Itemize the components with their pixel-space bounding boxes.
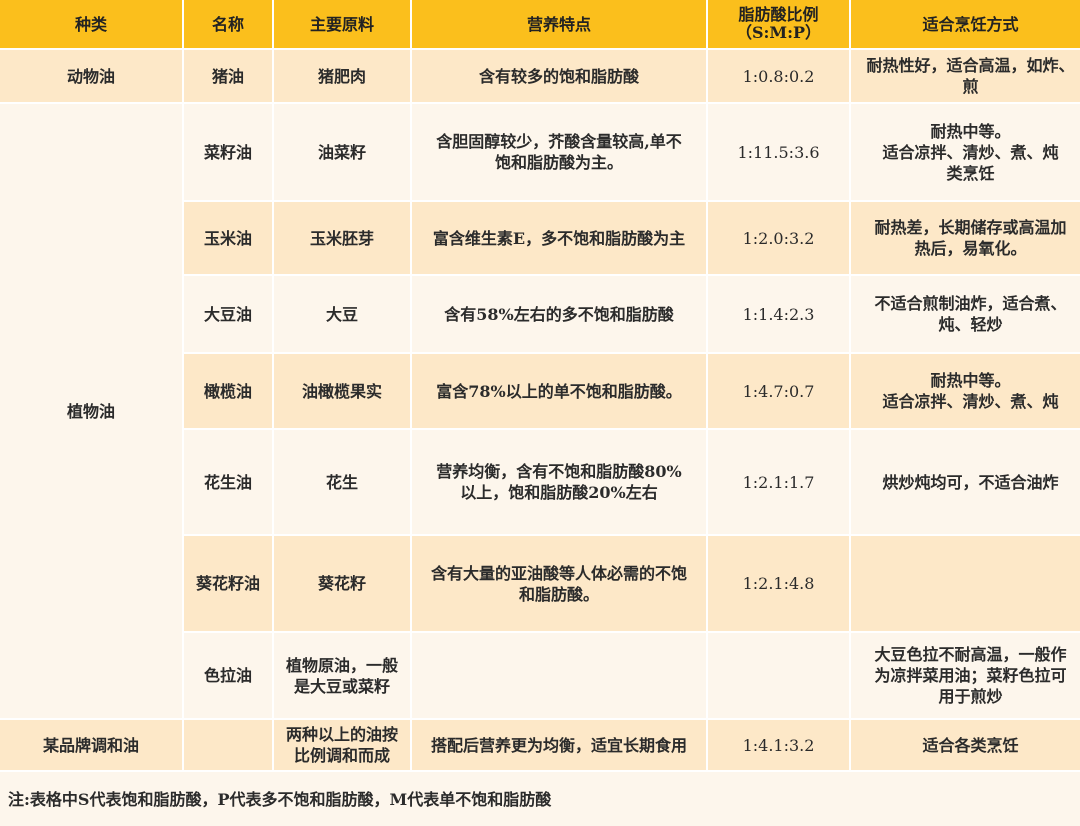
- row-cooking: 烘炒炖均可，不适合油炸: [851, 430, 1080, 534]
- row-cooking: 耐热中等。 适合凉拌、清炒、煮、炖: [851, 354, 1080, 428]
- group-blend-oil: 某品牌调和油: [0, 720, 182, 770]
- row-material: 猪肥肉: [274, 50, 410, 102]
- table-footnote: 注:表格中S代表饱和脂肪酸，P代表多不饱和脂肪酸，M代表单不饱和脂肪酸: [0, 772, 1080, 826]
- row-ratio: 1:2.1:1.7: [708, 430, 849, 534]
- row-material: 油橄榄果实: [274, 354, 410, 428]
- header-category: 种类: [0, 0, 182, 48]
- row-name: 玉米油: [184, 202, 272, 274]
- row-nutrition: 搭配后营养更为均衡，适宜长期食用: [412, 720, 706, 770]
- header-ratio: 脂肪酸比例 （S:M:P）: [708, 0, 849, 48]
- row-material: 花生: [274, 430, 410, 534]
- row-material: 油菜籽: [274, 104, 410, 200]
- row-nutrition: 营养均衡，含有不饱和脂肪酸80% 以上，饱和脂肪酸20%左右: [412, 430, 706, 534]
- row-ratio: 1:4.1:3.2: [708, 720, 849, 770]
- header-name: 名称: [184, 0, 272, 48]
- row-ratio: 1:1.4:2.3: [708, 276, 849, 352]
- row-nutrition: 富含维生素E，多不饱和脂肪酸为主: [412, 202, 706, 274]
- row-name: 大豆油: [184, 276, 272, 352]
- header-cooking: 适合烹饪方式: [851, 0, 1080, 48]
- row-nutrition: [412, 633, 706, 718]
- row-ratio: 1:0.8:0.2: [708, 50, 849, 102]
- row-material: 两种以上的油按 比例调和而成: [274, 720, 410, 770]
- row-nutrition: 富含78%以上的单不饱和脂肪酸。: [412, 354, 706, 428]
- row-cooking: 不适合煎制油炸，适合煮、 炖、轻炒: [851, 276, 1080, 352]
- row-cooking: 耐热差，长期储存或高温加 热后，易氧化。: [851, 202, 1080, 274]
- row-material: 玉米胚芽: [274, 202, 410, 274]
- row-cooking: 大豆色拉不耐高温，一般作 为凉拌菜用油；菜籽色拉可 用于煎炒: [851, 633, 1080, 718]
- row-material: 葵花籽: [274, 536, 410, 631]
- row-name: 色拉油: [184, 633, 272, 718]
- row-ratio: 1:11.5:3.6: [708, 104, 849, 200]
- row-material: 植物原油，一般 是大豆或菜籽: [274, 633, 410, 718]
- row-name: 橄榄油: [184, 354, 272, 428]
- row-nutrition: 含胆固醇较少，芥酸含量较高,单不 饱和脂肪酸为主。: [412, 104, 706, 200]
- row-ratio: 1:2.0:3.2: [708, 202, 849, 274]
- row-cooking: [851, 536, 1080, 631]
- header-material: 主要原料: [274, 0, 410, 48]
- group-animal-oil: 动物油: [0, 50, 182, 102]
- row-name: [184, 720, 272, 770]
- row-ratio: 1:2.1:4.8: [708, 536, 849, 631]
- row-cooking: 耐热中等。 适合凉拌、清炒、煮、炖 类烹饪: [851, 104, 1080, 200]
- row-ratio: [708, 633, 849, 718]
- row-cooking: 适合各类烹饪: [851, 720, 1080, 770]
- row-name: 花生油: [184, 430, 272, 534]
- row-cooking: 耐热性好，适合高温，如炸、 煎: [851, 50, 1080, 102]
- row-nutrition: 含有58%左右的多不饱和脂肪酸: [412, 276, 706, 352]
- row-name: 猪油: [184, 50, 272, 102]
- row-nutrition: 含有较多的饱和脂肪酸: [412, 50, 706, 102]
- group-plant-oil: 植物油: [0, 104, 182, 718]
- row-ratio: 1:4.7:0.7: [708, 354, 849, 428]
- row-material: 大豆: [274, 276, 410, 352]
- row-name: 菜籽油: [184, 104, 272, 200]
- row-nutrition: 含有大量的亚油酸等人体必需的不饱 和脂肪酸。: [412, 536, 706, 631]
- oil-comparison-table: 种类 名称 主要原料 营养特点 脂肪酸比例 （S:M:P） 适合烹饪方式 动物油…: [0, 0, 1080, 826]
- row-name: 葵花籽油: [184, 536, 272, 631]
- header-nutrition: 营养特点: [412, 0, 706, 48]
